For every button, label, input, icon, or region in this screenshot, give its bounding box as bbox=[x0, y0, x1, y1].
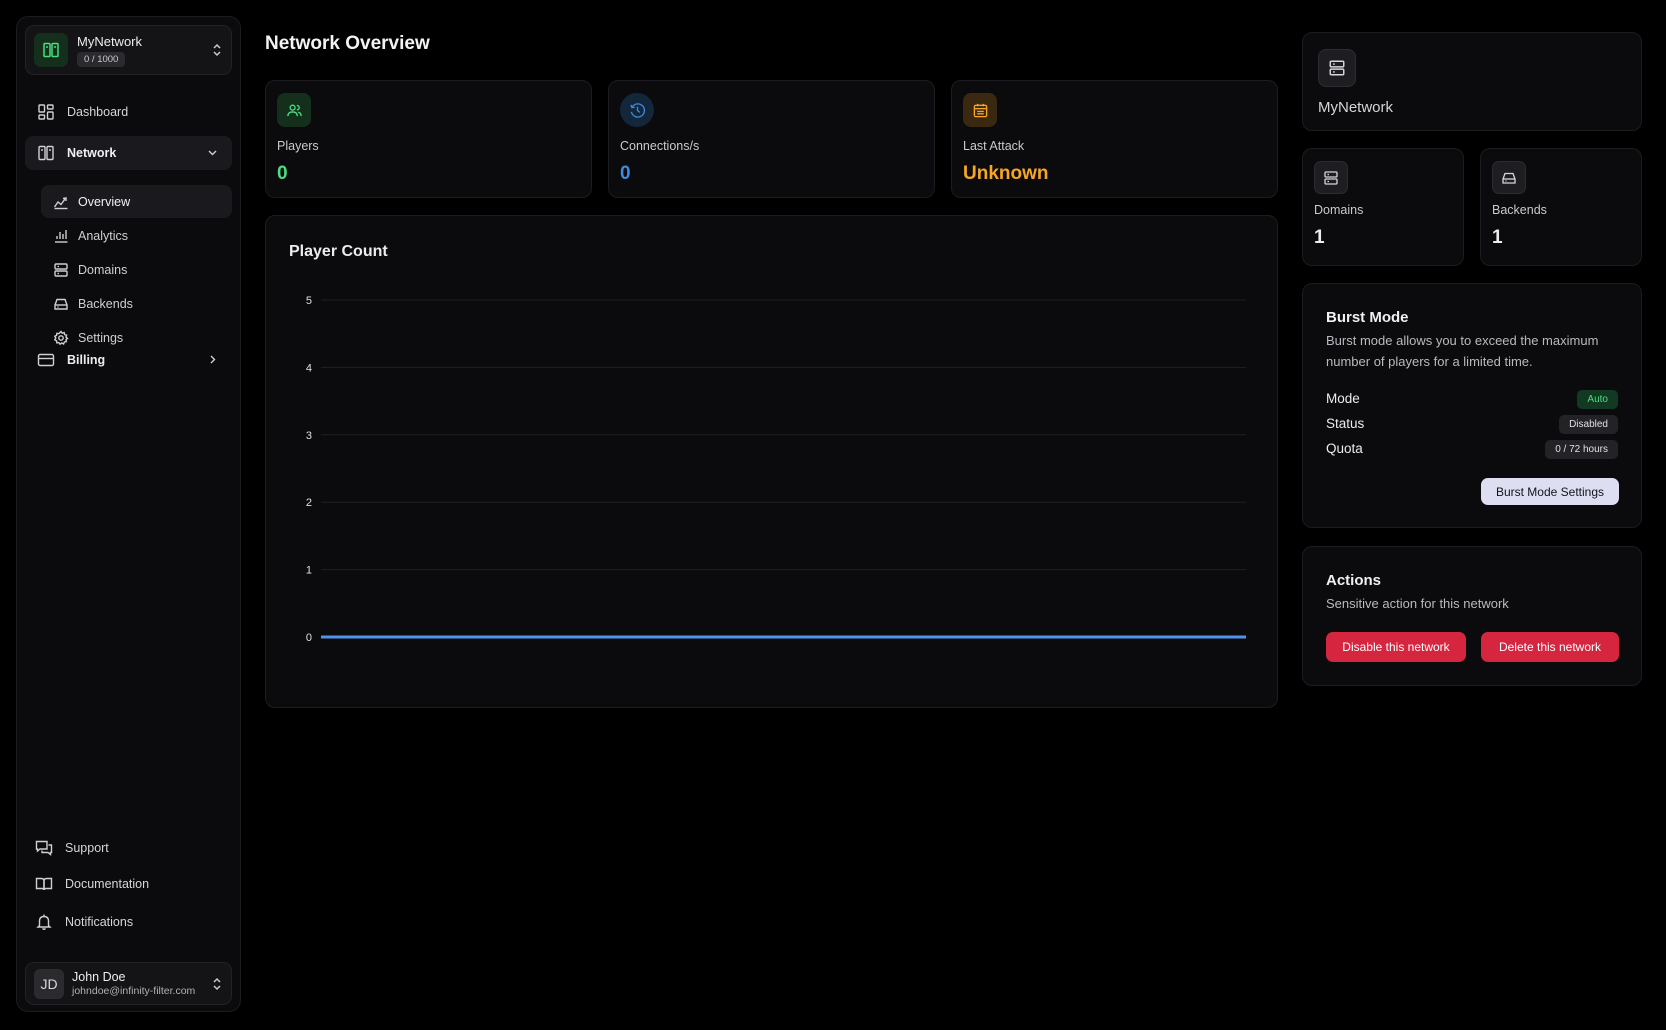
hard-drive-icon bbox=[1492, 161, 1526, 194]
network-info-card: MyNetwork bbox=[1302, 32, 1642, 131]
sidebar-item-backends[interactable]: Backends bbox=[41, 287, 232, 320]
disable-network-button[interactable]: Disable this network bbox=[1326, 632, 1466, 662]
player-count-chart-card: Player Count 012345 bbox=[265, 215, 1278, 708]
nav-notifications[interactable]: Notifications bbox=[35, 910, 133, 934]
burst-mode-card: Burst Mode Burst mode allows you to exce… bbox=[1302, 283, 1642, 528]
network-icon bbox=[38, 145, 54, 161]
actions-title: Actions bbox=[1326, 572, 1382, 589]
nav-documentation-label: Documentation bbox=[65, 877, 150, 891]
domains-card[interactable]: Domains 1 bbox=[1302, 148, 1464, 266]
backends-value: 1 bbox=[1492, 227, 1503, 248]
bell-icon bbox=[36, 914, 52, 930]
avatar: JD bbox=[34, 968, 64, 999]
players-value: 0 bbox=[277, 163, 288, 184]
sidebar: MyNetwork 0 / 1000 Dashboard Network Ove… bbox=[16, 16, 241, 1012]
network-name: MyNetwork bbox=[77, 33, 143, 49]
actions-description: Sensitive action for this network bbox=[1326, 596, 1509, 611]
nav-notifications-label: Notifications bbox=[65, 915, 134, 929]
chevrons-up-down-icon bbox=[213, 977, 221, 990]
nav-support-label: Support bbox=[65, 841, 109, 855]
clock-refresh-icon bbox=[620, 93, 654, 127]
backends-card[interactable]: Backends 1 bbox=[1480, 148, 1642, 266]
y-tick-label: 2 bbox=[306, 497, 312, 509]
sidebar-item-domains-label: Domains bbox=[78, 262, 128, 277]
player-count-chart: 0 1 2 3 4 5 bbox=[306, 295, 1246, 644]
backends-label: Backends bbox=[1492, 203, 1547, 217]
y-tick-label: 5 bbox=[306, 295, 312, 307]
burst-mode-settings-button[interactable]: Burst Mode Settings bbox=[1481, 478, 1619, 505]
user-menu[interactable]: JD John Doe johndoe@infinity-filter.com bbox=[25, 962, 232, 1005]
nav-network[interactable]: Network bbox=[25, 136, 232, 170]
sidebar-item-overview[interactable]: Overview bbox=[41, 185, 232, 218]
quota-badge: 0 / 72 hours bbox=[1545, 440, 1618, 459]
last-attack-stat-card: Last Attack Unknown bbox=[951, 80, 1278, 198]
nav-dashboard-label: Dashboard bbox=[67, 105, 129, 119]
sidebar-item-domains[interactable]: Domains bbox=[41, 253, 232, 286]
sidebar-item-analytics-label: Analytics bbox=[78, 228, 129, 243]
nav-documentation[interactable]: Documentation bbox=[35, 872, 149, 896]
chevron-right-icon bbox=[210, 355, 216, 364]
trend-chart-icon bbox=[53, 196, 68, 209]
last-attack-value: Unknown bbox=[963, 163, 1049, 184]
players-stat-card: Players 0 bbox=[265, 80, 592, 198]
chevron-down-icon bbox=[208, 150, 217, 156]
user-name: John Doe bbox=[72, 970, 126, 985]
user-email: johndoe@infinity-filter.com bbox=[72, 984, 196, 997]
calendar-icon bbox=[963, 93, 997, 127]
domains-label: Domains bbox=[1314, 203, 1364, 217]
nav-billing[interactable]: Billing bbox=[25, 343, 232, 377]
nav-network-label: Network bbox=[67, 146, 117, 160]
status-label: Status bbox=[1326, 416, 1365, 431]
page-title: Network Overview bbox=[265, 33, 430, 54]
chat-icon bbox=[35, 840, 53, 856]
server-icon bbox=[54, 262, 68, 277]
delete-network-button[interactable]: Delete this network bbox=[1481, 632, 1619, 662]
connections-value: 0 bbox=[620, 163, 631, 184]
network-logo-icon bbox=[34, 33, 68, 67]
network-usage-badge: 0 / 1000 bbox=[77, 51, 126, 67]
mode-badge: Auto bbox=[1577, 390, 1618, 409]
burst-mode-description: Burst mode allows you to exceed the maxi… bbox=[1326, 333, 1599, 369]
network-name: MyNetwork bbox=[1318, 99, 1394, 116]
nav-dashboard[interactable]: Dashboard bbox=[25, 95, 232, 129]
players-label: Players bbox=[277, 139, 319, 153]
bar-chart-icon bbox=[55, 229, 68, 243]
book-open-icon bbox=[35, 877, 53, 891]
sidebar-item-backends-label: Backends bbox=[78, 296, 133, 311]
domains-value: 1 bbox=[1314, 227, 1325, 248]
sidebar-item-overview-label: Overview bbox=[78, 194, 131, 209]
nav-billing-label: Billing bbox=[67, 353, 106, 367]
server-icon bbox=[1314, 161, 1348, 194]
hard-drive-icon bbox=[54, 298, 68, 310]
server-icon bbox=[1318, 49, 1356, 87]
connections-stat-card: Connections/s 0 bbox=[608, 80, 935, 198]
sidebar-item-analytics[interactable]: Analytics bbox=[41, 219, 232, 252]
users-icon bbox=[277, 93, 311, 127]
y-tick-label: 3 bbox=[306, 430, 312, 442]
burst-mode-title: Burst Mode bbox=[1326, 309, 1409, 326]
y-tick-label: 1 bbox=[306, 565, 312, 577]
nav-support[interactable]: Support bbox=[35, 836, 109, 860]
network-switcher[interactable]: MyNetwork 0 / 1000 bbox=[25, 25, 232, 75]
dashboard-icon bbox=[38, 104, 54, 120]
last-attack-label: Last Attack bbox=[963, 139, 1025, 153]
credit-card-icon bbox=[37, 353, 55, 367]
mode-label: Mode bbox=[1326, 391, 1360, 406]
quota-label: Quota bbox=[1326, 441, 1363, 456]
y-tick-label: 0 bbox=[306, 632, 312, 644]
actions-card: Actions Sensitive action for this networ… bbox=[1302, 546, 1642, 686]
status-badge: Disabled bbox=[1559, 415, 1618, 434]
connections-label: Connections/s bbox=[620, 139, 700, 153]
y-tick-label: 4 bbox=[306, 362, 312, 374]
chevrons-up-down-icon bbox=[213, 43, 221, 57]
